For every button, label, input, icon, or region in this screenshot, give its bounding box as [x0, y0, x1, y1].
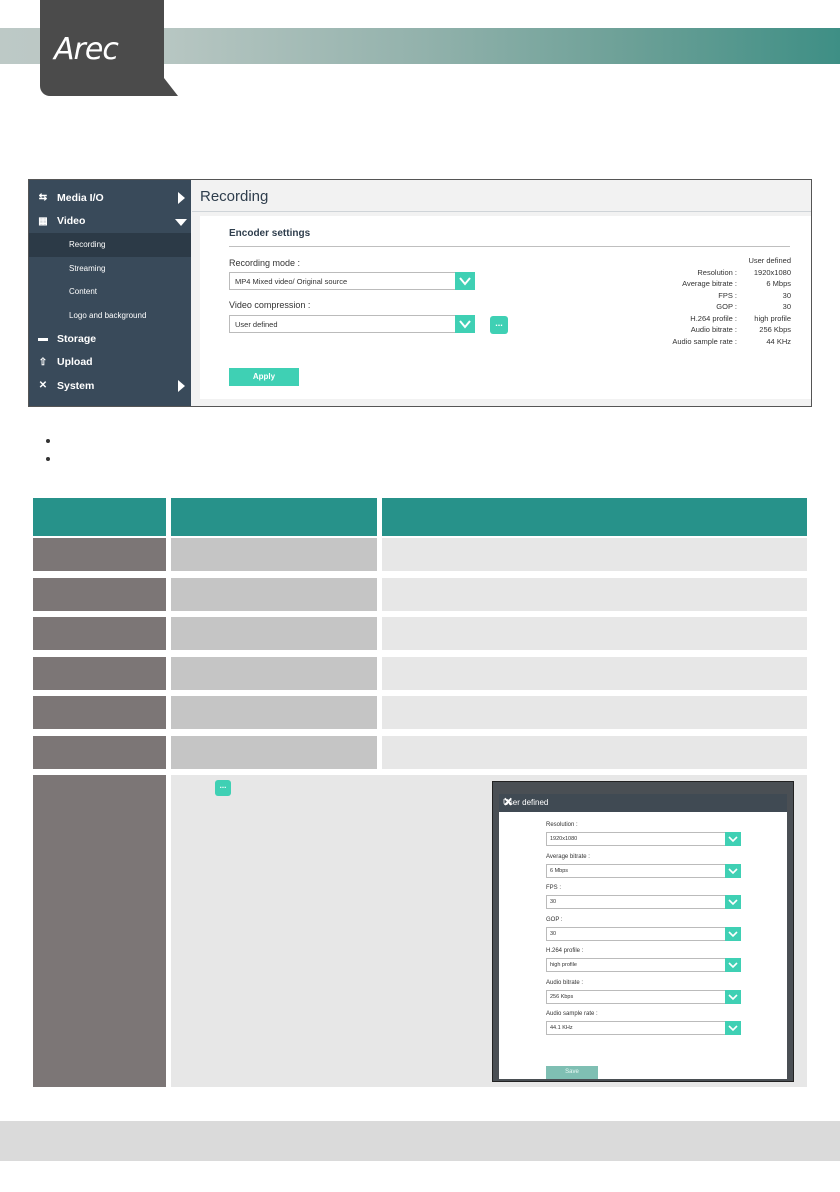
user-defined-dialog: User defined ✕ Resolution : 1920x1080 Av…: [499, 794, 787, 1079]
h264-profile-select[interactable]: high profile: [546, 958, 741, 972]
sidebar-item-system[interactable]: ✕ System: [29, 374, 191, 398]
chevron-down-icon[interactable]: [725, 958, 741, 972]
page-title: Recording: [200, 188, 269, 205]
field-label: Resolution :: [546, 822, 578, 828]
sidebar-item-streaming[interactable]: Streaming: [29, 257, 191, 281]
sidebar-item-logo-background[interactable]: Logo and background: [29, 304, 191, 328]
apply-button[interactable]: Apply: [229, 368, 299, 386]
info-row: FPS :30: [718, 290, 791, 300]
chevron-down-icon[interactable]: [725, 1021, 741, 1035]
sidebar-item-upload[interactable]: ⇧ Upload: [29, 351, 191, 375]
field-label: Average bitrate :: [546, 854, 590, 860]
save-button[interactable]: Save: [546, 1066, 598, 1079]
chevron-down-icon[interactable]: [455, 272, 475, 290]
audio-sample-rate-select[interactable]: 44.1 KHz: [546, 1021, 741, 1035]
chevron-down-icon: [175, 218, 187, 226]
info-header: User defined: [748, 256, 791, 265]
logo: Arec: [54, 32, 119, 67]
info-row: Average bitrate :6 Mbps: [682, 279, 791, 288]
chevron-right-icon: [178, 192, 185, 204]
info-row: Audio bitrate :256 Kbps: [690, 325, 791, 334]
dialog-title-bar: User defined ✕: [499, 794, 787, 812]
info-row: Resolution :1920x1080: [697, 267, 791, 277]
close-icon[interactable]: ✕: [503, 795, 782, 809]
sidebar-item-label: Media I/O: [57, 191, 104, 204]
chevron-down-icon[interactable]: [725, 832, 741, 846]
main-content: Recording Encoder settings Recording mod…: [192, 180, 811, 406]
audio-bitrate-select[interactable]: 256 Kbps: [546, 990, 741, 1004]
sidebar-item-storage[interactable]: ▬ Storage: [29, 327, 191, 351]
chevron-down-icon[interactable]: [725, 990, 741, 1004]
chevron-down-icon[interactable]: [725, 864, 741, 878]
sidebar-item-label: System: [57, 379, 95, 392]
sidebar-item-label: Upload: [57, 356, 93, 369]
encoder-settings-card: Encoder settings Recording mode : MP4 Mi…: [200, 216, 811, 399]
sidebar-item-label: Storage: [57, 332, 97, 345]
sidebar-item-media-io[interactable]: ⇆ Media I/O: [29, 186, 191, 210]
field-label: FPS :: [546, 885, 562, 891]
info-row: Audio sample rate :44 KHz: [672, 336, 791, 346]
user-defined-dialog-screenshot: User defined ✕ Resolution : 1920x1080 Av…: [492, 781, 794, 1082]
recording-mode-select[interactable]: MP4 Mixed video/ Original source: [229, 272, 475, 290]
sidebar-item-video[interactable]: ▦ Video: [29, 210, 191, 234]
sidebar-item-label: Video: [57, 215, 86, 228]
info-row: H.264 profile : high profile: [690, 313, 791, 323]
info-row: GOP :30: [716, 302, 791, 311]
film-icon: ▦: [38, 215, 48, 227]
more-options-button[interactable]: ...: [490, 316, 508, 334]
table-header-cell: [171, 498, 377, 536]
chevron-down-icon[interactable]: [725, 927, 741, 941]
sidebar-item-recording[interactable]: Recording: [29, 233, 191, 257]
more-options-button-icon: ...: [215, 780, 231, 796]
gop-select[interactable]: 30: [546, 927, 741, 941]
table-header-cell: [382, 498, 807, 536]
recording-settings-screenshot: ⇆ Media I/O ▦ Video Recording Streaming …: [28, 179, 812, 407]
section-title: Encoder settings: [229, 228, 311, 239]
logo-tab: Arec: [40, 0, 178, 96]
tools-icon: ✕: [38, 380, 48, 392]
field-label: GOP :: [546, 917, 563, 923]
table-header-cell: [33, 498, 166, 536]
video-compression-label: Video compression :: [229, 300, 311, 310]
resolution-select[interactable]: 1920x1080: [546, 832, 741, 846]
media-io-icon: ⇆: [38, 192, 48, 204]
chevron-down-icon[interactable]: [455, 315, 475, 333]
upload-icon: ⇧: [38, 356, 48, 368]
chevron-right-icon: [178, 380, 185, 392]
footer-bar: [0, 1121, 840, 1161]
field-label: H.264 profile :: [546, 948, 584, 954]
sidebar: ⇆ Media I/O ▦ Video Recording Streaming …: [29, 180, 191, 406]
chevron-down-icon[interactable]: [725, 895, 741, 909]
recording-mode-label: Recording mode :: [229, 258, 301, 268]
sidebar-item-content[interactable]: Content: [29, 280, 191, 304]
field-label: Audio sample rate :: [546, 1011, 598, 1017]
field-label: Audio bitrate :: [546, 980, 584, 986]
video-compression-select[interactable]: User defined: [229, 315, 475, 333]
fps-select[interactable]: 30: [546, 895, 741, 909]
storage-icon: ▬: [38, 333, 48, 345]
average-bitrate-select[interactable]: 6 Mbps: [546, 864, 741, 878]
